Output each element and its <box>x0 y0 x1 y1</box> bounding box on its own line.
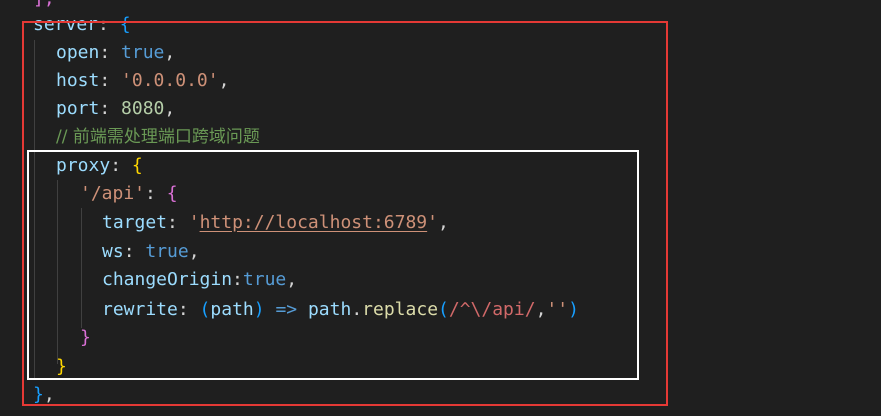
inner-highlight-box <box>27 150 639 380</box>
code-editor[interactable]: ], server: { open: true, host: '0.0.0.0'… <box>0 0 881 416</box>
